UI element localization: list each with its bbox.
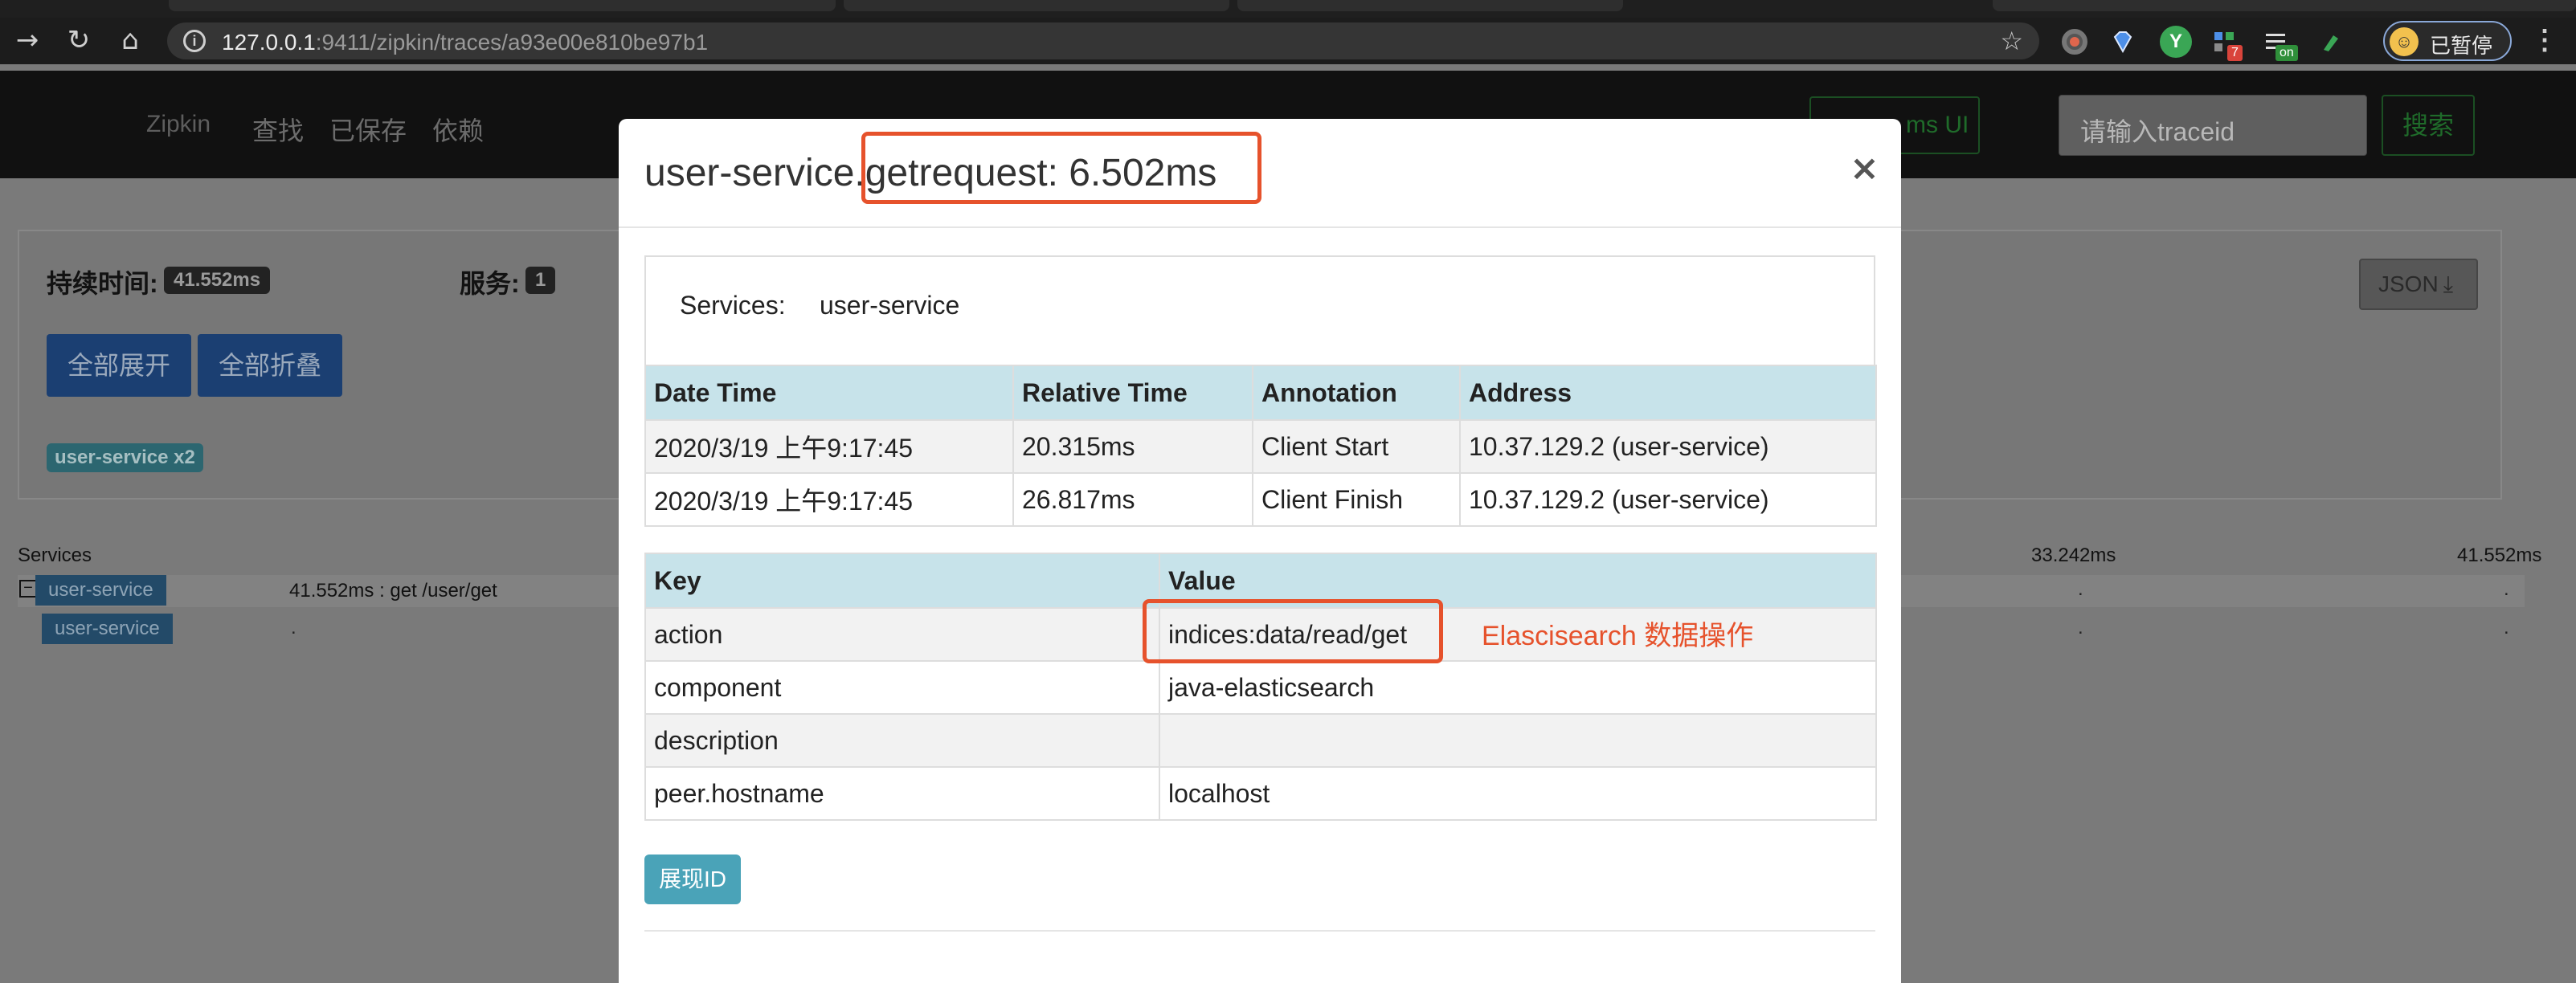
json-download-button[interactable]: JSON ⤓ xyxy=(2359,259,2478,310)
tag-key: description xyxy=(644,713,1160,768)
table-header-row: Date Time Relative Time Annotation Addre… xyxy=(644,365,1877,421)
timeline-service-name[interactable]: user-service xyxy=(42,614,173,644)
zipkin-brand[interactable]: Zipkin xyxy=(146,111,211,138)
timeline-span-label: . xyxy=(291,617,296,638)
browser-tab[interactable] xyxy=(1993,0,2576,11)
column-header: Relative Time xyxy=(1012,365,1253,421)
tag-key: action xyxy=(644,607,1160,662)
browser-menu-icon[interactable]: ⋮ xyxy=(2531,24,2558,56)
table-cell: 2020/3/19 上午9:17:45 xyxy=(644,419,1014,474)
url-path: :9411/zipkin/traces/a93e00e810be97b1 xyxy=(315,30,709,55)
avatar: ☺ xyxy=(2390,27,2419,56)
services-value: user-service xyxy=(820,291,960,320)
table-cell: Client Start xyxy=(1252,419,1461,474)
table-cell: 26.817ms xyxy=(1012,472,1253,527)
timeline-marker: . xyxy=(2078,578,2083,600)
url-text[interactable]: 127.0.0.1:9411/zipkin/traces/a93e00e810b… xyxy=(222,30,708,55)
reload-icon[interactable]: ↻ xyxy=(63,24,95,56)
span-detail-modal: user-service.getrequest: 6.502ms × Servi… xyxy=(619,119,1901,983)
table-cell: Client Finish xyxy=(1252,472,1461,527)
table-row: component java-elasticsearch xyxy=(644,660,1877,715)
timeline-tick: 41.552ms xyxy=(2457,545,2542,566)
action-highlight-box xyxy=(1143,599,1443,663)
table-cell: 10.37.129.2 (user-service) xyxy=(1459,419,1877,474)
tag-value xyxy=(1159,713,1877,768)
services-label: Services: xyxy=(680,291,786,320)
json-button-label: JSON xyxy=(2378,271,2439,296)
profile-button[interactable]: ☺ 已暂停 xyxy=(2383,21,2512,61)
duration-badge: 41.552ms xyxy=(164,267,271,294)
annotations-table: Date Time Relative Time Annotation Addre… xyxy=(644,365,1877,527)
nav-link-dependencies[interactable]: 依赖 xyxy=(432,111,484,148)
address-bar[interactable]: i 127.0.0.1:9411/zipkin/traces/a93e00e81… xyxy=(167,22,2039,59)
browser-tab[interactable] xyxy=(169,0,836,11)
table-cell: 10.37.129.2 (user-service) xyxy=(1459,472,1877,527)
home-icon[interactable]: ⌂ xyxy=(114,24,146,56)
table-row: 2020/3/19 上午9:17:45 20.315ms Client Star… xyxy=(644,419,1877,474)
tag-key: component xyxy=(644,660,1160,715)
annotation-note: Elascisearch 数据操作 xyxy=(1482,621,1754,651)
extension-y-icon[interactable]: Y xyxy=(2160,26,2192,58)
browser-tab[interactable] xyxy=(844,0,1229,11)
tag-value: java-elasticsearch xyxy=(1159,660,1877,715)
show-id-button[interactable]: 展现ID xyxy=(644,855,741,904)
column-header: Date Time xyxy=(644,365,1014,421)
timeline-span-label[interactable]: 41.552ms : get /user/get xyxy=(289,580,497,602)
extension-brush-icon[interactable] xyxy=(2317,29,2343,55)
table-cell: 2020/3/19 上午9:17:45 xyxy=(644,472,1014,527)
timeline-marker: . xyxy=(2504,617,2509,638)
timeline-marker: . xyxy=(2504,578,2509,600)
column-header: Address xyxy=(1459,365,1877,421)
timeline-services-header: Services xyxy=(18,545,92,566)
browser-tab-strip xyxy=(0,0,2576,18)
column-header: Annotation xyxy=(1252,365,1461,421)
nav-link-saved[interactable]: 已保存 xyxy=(329,111,407,148)
extension-badge: 7 xyxy=(2227,45,2243,61)
forward-icon[interactable]: → xyxy=(11,24,43,56)
service-filter-badge[interactable]: user-service x2 xyxy=(47,443,203,472)
collapse-toggle-icon[interactable]: − xyxy=(19,580,37,598)
table-row: peer.hostname localhost xyxy=(644,766,1877,821)
extension-diamond-icon[interactable] xyxy=(2110,29,2136,55)
title-highlight-box xyxy=(861,132,1261,204)
extension-badge: on xyxy=(2275,45,2298,61)
profile-status-label: 已暂停 xyxy=(2430,34,2493,58)
close-icon[interactable]: × xyxy=(1850,148,1879,189)
services-count-badge: 1 xyxy=(525,267,556,294)
duration-label: 持续时间: xyxy=(47,269,158,298)
browser-tab[interactable] xyxy=(1237,0,1623,11)
column-header: Key xyxy=(644,553,1160,609)
tags-table: Key Value action indices:data/read/get c… xyxy=(644,553,1877,821)
table-row: description xyxy=(644,713,1877,768)
nav-link-find[interactable]: 查找 xyxy=(252,111,304,148)
download-icon: ⤓ xyxy=(2443,271,2454,296)
timeline-marker: . xyxy=(2078,617,2083,638)
bookmark-star-icon[interactable]: ☆ xyxy=(2000,26,2023,56)
site-info-icon[interactable]: i xyxy=(183,30,206,52)
collapse-all-button[interactable]: 全部折叠 xyxy=(198,334,343,397)
timeline-tick: 33.242ms xyxy=(2031,545,2116,566)
modal-header-divider xyxy=(619,226,1901,228)
traceid-search-input[interactable]: 请输入traceid xyxy=(2059,95,2367,156)
services-count-label: 服务: xyxy=(460,269,520,298)
extension-record-icon[interactable] xyxy=(2062,29,2087,55)
tag-value: localhost xyxy=(1159,766,1877,821)
table-cell: 20.315ms xyxy=(1012,419,1253,474)
table-row: 2020/3/19 上午9:17:45 26.817ms Client Fini… xyxy=(644,472,1877,527)
tag-key: peer.hostname xyxy=(644,766,1160,821)
services-box: Services: user-service xyxy=(644,255,1875,366)
expand-all-button[interactable]: 全部展开 xyxy=(47,334,192,397)
browser-toolbar: → ↻ ⌂ i 127.0.0.1:9411/zipkin/traces/a93… xyxy=(0,18,2576,64)
modal-footer-divider xyxy=(644,930,1875,932)
url-host: 127.0.0.1 xyxy=(222,30,316,55)
search-button[interactable]: 搜索 xyxy=(2382,95,2475,156)
timeline-service-name[interactable]: user-service xyxy=(35,575,166,606)
